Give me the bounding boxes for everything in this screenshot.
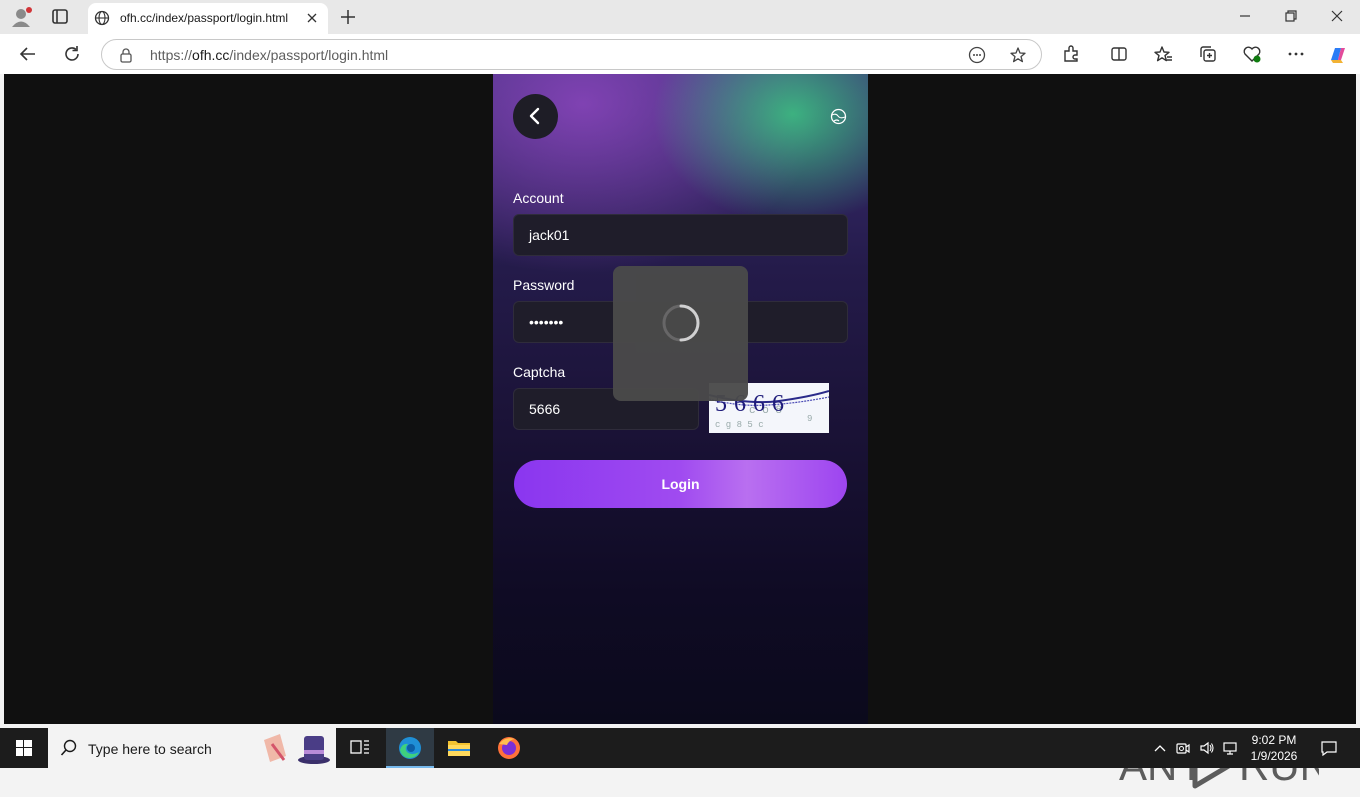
new-tab-icon[interactable] <box>338 7 358 27</box>
close-window-icon[interactable] <box>1329 8 1345 24</box>
account-input[interactable]: jack01 <box>513 214 848 256</box>
search-highlight-icon <box>264 734 330 764</box>
captcha-label: Captcha <box>513 364 566 380</box>
favorites-icon[interactable] <box>1153 44 1173 64</box>
chevron-left-icon <box>529 107 540 125</box>
page-viewport: Account jack01 Password ••••••• Captcha … <box>4 74 1356 789</box>
volume-icon[interactable] <box>1199 740 1215 756</box>
collections-icon[interactable] <box>1198 44 1218 64</box>
url-field[interactable]: https://ofh.cc/index/passport/login.html <box>101 39 1042 70</box>
login-button[interactable]: Login <box>514 460 847 508</box>
back-arrow-icon[interactable] <box>17 43 39 65</box>
active-tab[interactable]: ofh.cc/index/passport/login.html <box>88 3 328 34</box>
minimize-icon[interactable] <box>1237 8 1253 24</box>
copilot-icon[interactable] <box>1327 44 1347 64</box>
browser-essentials-icon[interactable] <box>1242 44 1262 64</box>
task-view-icon[interactable] <box>336 728 384 768</box>
refresh-icon[interactable] <box>61 43 83 65</box>
firefox-icon[interactable] <box>485 728 533 768</box>
favorite-star-icon[interactable] <box>1009 46 1027 64</box>
tab-title: ofh.cc/index/passport/login.html <box>120 11 289 25</box>
address-bar-row: https://ofh.cc/index/passport/login.html <box>0 34 1360 74</box>
login-page: Account jack01 Password ••••••• Captcha … <box>493 74 868 724</box>
edge-taskbar-icon[interactable] <box>386 728 434 768</box>
search-placeholder: Type here to search <box>88 741 212 757</box>
svg-text:c g 8 5 c: c g 8 5 c <box>715 420 764 430</box>
account-value: jack01 <box>529 227 570 243</box>
search-icon <box>60 739 77 756</box>
chevron-up-icon[interactable] <box>1152 740 1168 756</box>
captcha-value: 5666 <box>529 401 561 417</box>
profile-icon[interactable] <box>10 6 34 28</box>
clock-date: 1/9/2026 <box>1250 749 1298 763</box>
lock-icon[interactable] <box>118 47 134 63</box>
tab-strip: ofh.cc/index/passport/login.html <box>0 0 1360 34</box>
loading-spinner-icon <box>662 304 700 342</box>
language-globe-icon[interactable] <box>830 108 847 125</box>
loading-overlay <box>613 266 748 401</box>
login-button-label: Login <box>661 476 700 492</box>
password-label: Password <box>513 277 575 293</box>
globe-icon <box>94 10 110 26</box>
close-tab-icon[interactable] <box>304 10 320 26</box>
clock-time: 9:02 PM <box>1251 733 1297 747</box>
account-label: Account <box>513 190 564 206</box>
notifications-icon[interactable] <box>1320 740 1337 757</box>
system-clock[interactable]: 9:02 PM 1/9/2026 <box>1236 732 1312 764</box>
tab-actions-icon[interactable] <box>48 7 72 27</box>
reading-view-icon[interactable] <box>968 46 986 64</box>
taskbar: Type here to search 9:02 PM 1/9/2026 <box>0 728 1360 768</box>
split-screen-icon[interactable] <box>1109 44 1129 64</box>
taskbar-search[interactable]: Type here to search <box>48 728 336 768</box>
url-text: https://ofh.cc/index/passport/login.html <box>150 47 389 63</box>
extensions-icon[interactable] <box>1061 44 1081 64</box>
windows-start-icon[interactable] <box>0 728 48 768</box>
password-value: ••••••• <box>529 314 564 330</box>
svg-text:9: 9 <box>807 414 812 424</box>
file-explorer-icon[interactable] <box>435 728 483 768</box>
restore-icon[interactable] <box>1283 8 1299 24</box>
meet-now-icon[interactable] <box>1175 740 1191 756</box>
settings-more-icon[interactable] <box>1286 44 1306 64</box>
back-button[interactable] <box>513 94 558 139</box>
